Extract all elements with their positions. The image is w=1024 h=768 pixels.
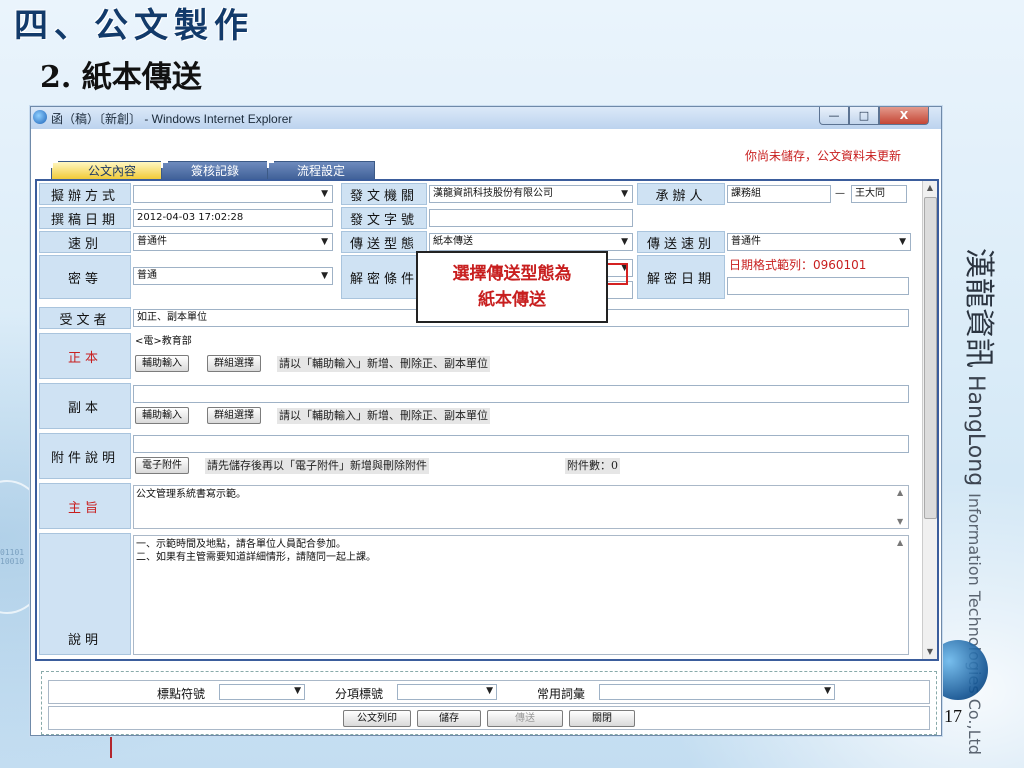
attachment-count: 附件數：0: [565, 458, 620, 474]
window-titlebar[interactable]: 函（稿）〔新創〕 - Windows Internet Explorer — □…: [31, 107, 941, 129]
callout-line-1: 選擇傳送型態為: [452, 264, 572, 284]
declass-condition-label: 解密條件: [341, 255, 427, 299]
transmission-speed-select[interactable]: 普通件: [727, 233, 911, 251]
slide-title: 四、公文製作: [14, 6, 254, 46]
description-label: 說明: [39, 533, 131, 655]
declass-date-field[interactable]: [727, 277, 909, 295]
issuing-agency-select[interactable]: 漢龍資訊科技股份有限公司: [429, 185, 633, 203]
form-scrollbar[interactable]: ▲ ▼: [922, 181, 937, 659]
actions-row: 公文列印 儲存 傳送 關閉: [48, 706, 930, 730]
original-group-select-button[interactable]: 群組選擇: [207, 355, 261, 372]
tab-content[interactable]: 公文內容: [51, 161, 173, 180]
send-button[interactable]: 傳送: [487, 710, 563, 727]
recipient-label: 受文者: [39, 307, 131, 329]
section-number-select[interactable]: [397, 684, 497, 700]
close-window-button[interactable]: X: [879, 107, 929, 125]
subject-textarea[interactable]: 公文管理系統書寫示範。 ▲ ▼: [133, 485, 909, 529]
draft-date-field[interactable]: 2012-04-03 17:02:28: [133, 209, 333, 227]
doc-number-label: 發文字號: [341, 207, 427, 229]
punctuation-label: 標點符號: [157, 687, 206, 701]
security-level-label: 密等: [39, 255, 131, 299]
section-number-label: 分項標號: [335, 687, 384, 701]
subject-scrollbar[interactable]: ▲ ▼: [894, 486, 908, 528]
ie-window: 函（稿）〔新創〕 - Windows Internet Explorer — □…: [30, 106, 942, 736]
scroll-up-arrow-icon[interactable]: ▲: [923, 181, 937, 195]
tabs-area: 公文內容 簽核記錄 流程設定 你尚未儲存，公文資料未更新: [31, 129, 941, 180]
save-button[interactable]: 儲存: [417, 710, 481, 727]
handler-label: 承辦人: [637, 183, 725, 205]
attachment-label: 附件說明: [39, 433, 131, 479]
punctuation-select[interactable]: [219, 684, 305, 700]
original-assist-input-button[interactable]: 輔助輸入: [135, 355, 189, 372]
binary-decoration: 01101 10010: [0, 548, 25, 566]
declass-date-format-hint: 日期格式範列：0960101: [729, 258, 867, 272]
drafting-method-label: 擬辦方式: [39, 183, 131, 205]
copy-group-select-button[interactable]: 群組選擇: [207, 407, 261, 424]
copy-label: 副本: [39, 383, 131, 429]
brand-chinese: 漢龍資訊: [961, 248, 996, 368]
window-controls: — □ X: [819, 107, 929, 125]
drafting-method-select[interactable]: [133, 185, 333, 203]
tab-approval-records[interactable]: 簽核記錄: [161, 161, 269, 180]
tab-workflow-settings[interactable]: 流程設定: [267, 161, 375, 180]
doc-number-field[interactable]: [429, 209, 633, 227]
page-number: 17: [944, 706, 962, 726]
copy-field[interactable]: [133, 385, 909, 403]
common-phrases-select[interactable]: [599, 684, 835, 700]
input-helpers-row: 標點符號 分項標號 常用詞彙: [48, 680, 930, 704]
speed-select[interactable]: 普通件: [133, 233, 333, 251]
handler-unit-field[interactable]: 課務組: [727, 185, 831, 203]
window-title: 函（稿）〔新創〕 - Windows Internet Explorer: [51, 112, 293, 126]
print-document-button[interactable]: 公文列印: [343, 710, 411, 727]
callout-annotation: 選擇傳送型態為 紙本傳送: [416, 251, 608, 323]
electronic-attachment-button[interactable]: 電子附件: [135, 457, 189, 474]
handler-separator: —: [835, 188, 845, 199]
ie-logo-icon: [33, 110, 47, 124]
transmission-type-select[interactable]: 紙本傳送: [429, 233, 633, 251]
transmission-speed-label: 傳送速別: [637, 231, 725, 253]
close-button[interactable]: 關閉: [569, 710, 635, 727]
maximize-button[interactable]: □: [849, 107, 879, 125]
issuing-agency-label: 發文機關: [341, 183, 427, 205]
speed-label: 速別: [39, 231, 131, 253]
bottom-toolbar: 標點符號 分項標號 常用詞彙 公文列印 儲存 傳送 關閉: [41, 671, 937, 735]
original-label: 正本: [39, 333, 131, 379]
description-line-1: 一、示範時間及地點，請各單位人員配合參加。: [136, 539, 346, 550]
transmission-type-label: 傳送型態: [341, 231, 427, 253]
minimize-button[interactable]: —: [819, 107, 849, 125]
copy-unit-hint: 請以「輔助輸入」新增、刪除正、副本單位: [277, 408, 490, 424]
brand-english-name: HangLong: [963, 375, 988, 487]
description-line-2: 二、如果有主管需要知道詳細情形，請隨同一起上課。: [136, 552, 376, 563]
description-textarea[interactable]: 一、示範時間及地點，請各單位人員配合參加。 二、如果有主管需要知道詳細情形，請隨…: [133, 535, 909, 655]
original-units-value: <電>教育部: [135, 336, 192, 347]
original-unit-hint: 請以「輔助輸入」新增、刪除正、副本單位: [277, 356, 490, 372]
scroll-down-arrow-icon[interactable]: ▼: [923, 645, 937, 659]
subject-label: 主旨: [39, 483, 131, 529]
brand-english-tagline: Information Technologies Co.,Ltd: [965, 493, 984, 755]
description-scrollbar[interactable]: ▲: [894, 536, 908, 654]
copy-assist-input-button[interactable]: 輔助輸入: [135, 407, 189, 424]
common-phrases-label: 常用詞彙: [537, 687, 586, 701]
security-level-select[interactable]: 普通: [133, 267, 333, 285]
unsaved-notice: 你尚未儲存，公文資料未更新: [744, 149, 901, 163]
attachment-field[interactable]: [133, 435, 909, 453]
scroll-thumb[interactable]: [924, 197, 937, 519]
attachment-hint: 請先儲存後再以「電子附件」新增與刪除附件: [205, 458, 429, 474]
draft-date-label: 撰稿日期: [39, 207, 131, 229]
slide-subtitle: 2. 紙本傳送: [40, 60, 202, 95]
callout-line-2: 紙本傳送: [478, 290, 546, 310]
declass-date-label: 解密日期: [637, 255, 725, 299]
subject-text: 公文管理系統書寫示範。: [136, 489, 246, 500]
handler-name-field[interactable]: 王大同: [851, 185, 907, 203]
